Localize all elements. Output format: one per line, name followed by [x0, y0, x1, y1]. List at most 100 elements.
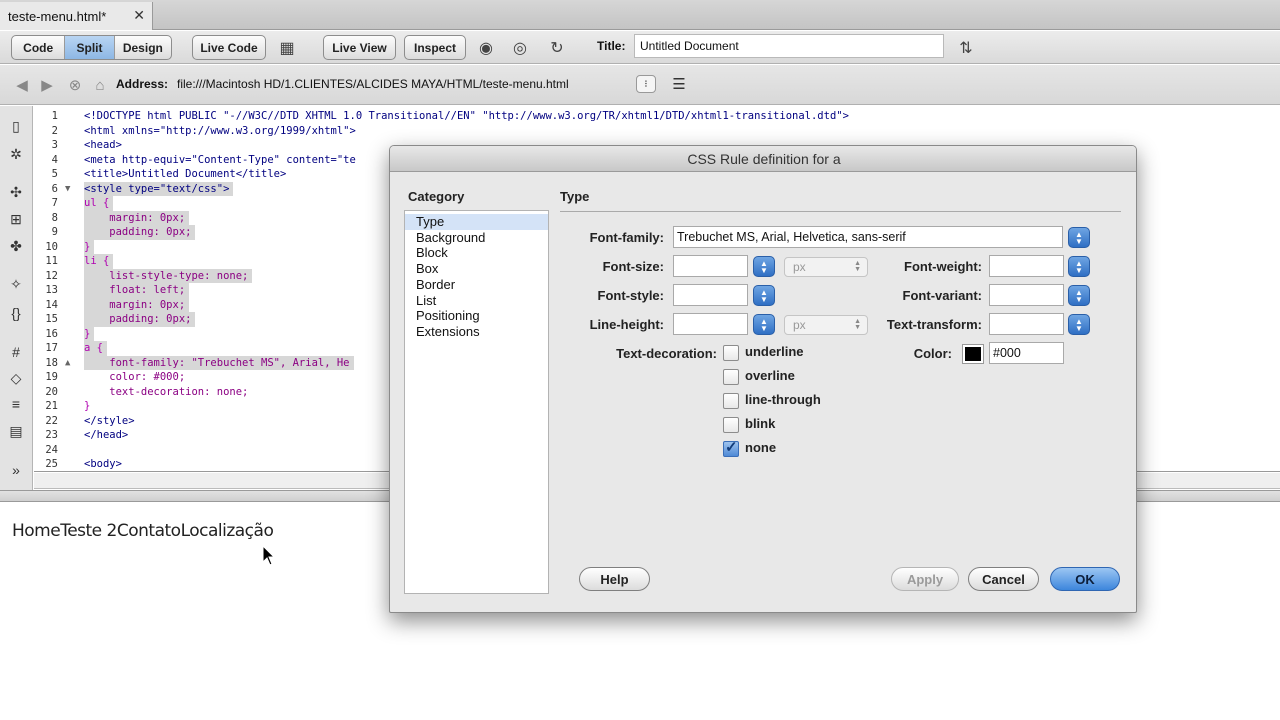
line-number: 8: [51, 211, 58, 224]
open-documents-icon[interactable]: ▯: [6, 116, 26, 136]
help-button[interactable]: Help: [579, 567, 650, 591]
highlight-invalid-code-icon[interactable]: ◇: [6, 368, 26, 388]
document-tab[interactable]: teste-menu.html* ✕: [0, 2, 153, 30]
code-text: text-decoration: none;: [84, 385, 249, 398]
decoration-none-checkbox[interactable]: ✓: [723, 439, 739, 457]
menu-link-home[interactable]: Home: [12, 521, 61, 541]
address-input[interactable]: file:///Macintosh HD/1.CLIENTES/ALCIDES …: [172, 72, 630, 96]
font-weight-dropdown-icon[interactable]: ▲ ▼: [1068, 256, 1090, 277]
decoration-underline-label: underline: [745, 344, 804, 359]
home-icon[interactable]: ⌂: [90, 75, 110, 95]
close-icon[interactable]: ✕: [133, 7, 145, 24]
address-bar: ◀ ▶ ⊗ ⌂ Address: file:///Macintosh HD/1.…: [0, 65, 1280, 105]
code-line[interactable]: 2 <html xmlns="http://www.w3.org/1999/xht…: [34, 124, 1280, 139]
section-divider: [560, 211, 1121, 212]
stop-icon[interactable]: ⊗: [65, 75, 85, 95]
line-height-input[interactable]: [673, 313, 748, 335]
menu-link-localizacao[interactable]: Localização: [181, 521, 274, 541]
text-transform-input[interactable]: [989, 313, 1064, 335]
more-tools-icon[interactable]: »: [6, 460, 26, 480]
line-number: 7: [51, 197, 58, 209]
category-item-positioning[interactable]: Positioning: [405, 308, 548, 324]
line-height-dropdown-icon[interactable]: ▲ ▼: [753, 314, 775, 335]
category-item-box[interactable]: Box: [405, 261, 548, 277]
font-weight-input[interactable]: [989, 255, 1064, 277]
font-size-dropdown-icon[interactable]: ▲ ▼: [753, 256, 775, 277]
collapse-tag-icon[interactable]: ✣: [6, 182, 26, 202]
ok-button[interactable]: OK: [1050, 567, 1120, 591]
color-swatch-button[interactable]: [962, 344, 984, 364]
split-view-button[interactable]: Split: [65, 36, 115, 59]
back-arrow-icon[interactable]: ◀: [12, 75, 32, 95]
word-wrap-icon[interactable]: ≡: [6, 394, 26, 414]
code-text: float: left;: [84, 283, 190, 298]
document-toolbar: Code Split Design Live Code ▦ Live View …: [0, 31, 1280, 64]
menu-link-teste-2[interactable]: Teste 2: [60, 521, 117, 541]
select-parent-tag-icon[interactable]: ✧: [6, 274, 26, 294]
dialog-title: CSS Rule definition for a: [390, 146, 1136, 172]
line-number: 20: [45, 385, 58, 398]
decoration-line-through-checkbox[interactable]: [723, 393, 739, 409]
menu-link-contato[interactable]: Contato: [117, 521, 181, 541]
font-variant-dropdown-icon[interactable]: ▲ ▼: [1068, 285, 1090, 306]
font-size-unit-select[interactable]: px ▲ ▼: [784, 257, 868, 277]
live-view-button[interactable]: Live View: [323, 35, 396, 60]
browser-options-icon[interactable]: ☰: [666, 74, 692, 94]
line-number: 13: [45, 284, 58, 296]
document-tab-bar: teste-menu.html* ✕: [0, 0, 1280, 30]
category-item-background[interactable]: Background: [405, 230, 548, 246]
code-line[interactable]: 1 <!DOCTYPE html PUBLIC "-//W3C//DTD XHTM…: [34, 109, 1280, 124]
line-height-label: Line-height:: [589, 317, 664, 332]
design-view-button[interactable]: Design: [115, 36, 171, 59]
code-text: list-style-type: none;: [84, 268, 253, 283]
text-transform-dropdown-icon[interactable]: ▲ ▼: [1068, 314, 1090, 335]
address-dropdown-icon[interactable]: ⁝: [636, 75, 656, 93]
menu-preview: Home Teste 2 Contato Localização: [12, 521, 274, 541]
code-text: </head>: [84, 429, 129, 441]
fold-toggle-icon[interactable]: ▲: [65, 356, 75, 371]
refresh-icon[interactable]: ↻: [545, 38, 569, 58]
settings-icon[interactable]: ✲: [6, 144, 26, 164]
file-management-icon[interactable]: ⇅: [954, 38, 978, 58]
decoration-line-through-label: line-through: [745, 392, 821, 407]
font-variant-input[interactable]: [989, 284, 1064, 306]
decoration-underline-checkbox[interactable]: [723, 345, 739, 361]
apply-button[interactable]: Apply: [891, 567, 959, 591]
category-item-type[interactable]: Type: [405, 214, 548, 230]
balance-braces-icon[interactable]: {}: [6, 303, 26, 323]
category-item-border[interactable]: Border: [405, 277, 548, 293]
line-number: 12: [45, 269, 58, 282]
font-family-input[interactable]: Trebuchet MS, Arial, Helvetica, sans-ser…: [673, 226, 1063, 248]
visual-aids-icon[interactable]: ◎: [508, 38, 532, 58]
inspect-button[interactable]: Inspect: [404, 35, 466, 60]
category-item-list[interactable]: List: [405, 293, 548, 309]
decoration-blink-checkbox[interactable]: [723, 417, 739, 433]
line-numbers-icon[interactable]: #: [6, 342, 26, 362]
code-view-button[interactable]: Code: [12, 36, 66, 59]
expand-all-icon[interactable]: ✤: [6, 236, 26, 256]
document-title-input[interactable]: Untitled Document: [634, 34, 944, 58]
font-style-dropdown-icon[interactable]: ▲ ▼: [753, 285, 775, 306]
check-browser-icon[interactable]: ▦: [275, 38, 299, 58]
code-text: <title>Untitled Document</title>: [84, 168, 287, 180]
syntax-error-icon[interactable]: ▤: [6, 421, 26, 441]
collapse-selection-icon[interactable]: ⊞: [6, 209, 26, 229]
forward-arrow-icon[interactable]: ▶: [37, 75, 57, 95]
font-style-input[interactable]: [673, 284, 748, 306]
code-text: <body>: [84, 458, 122, 470]
globe-icon[interactable]: ◉: [474, 38, 498, 58]
decoration-overline-checkbox[interactable]: [723, 369, 739, 385]
decoration-blink-label: blink: [745, 416, 776, 431]
font-family-dropdown-icon[interactable]: ▲ ▼: [1068, 227, 1090, 248]
font-size-label: Font-size:: [602, 259, 664, 274]
code-text: }: [84, 400, 91, 412]
category-item-block[interactable]: Block: [405, 245, 548, 261]
line-number: 2: [51, 124, 58, 137]
cancel-button[interactable]: Cancel: [968, 567, 1039, 591]
live-code-button[interactable]: Live Code: [192, 35, 266, 60]
font-size-input[interactable]: [673, 255, 748, 277]
fold-toggle-icon[interactable]: ▼: [65, 182, 75, 197]
line-number: 3: [51, 139, 58, 151]
color-input[interactable]: #000: [989, 342, 1064, 364]
category-item-extensions[interactable]: Extensions: [405, 324, 548, 340]
